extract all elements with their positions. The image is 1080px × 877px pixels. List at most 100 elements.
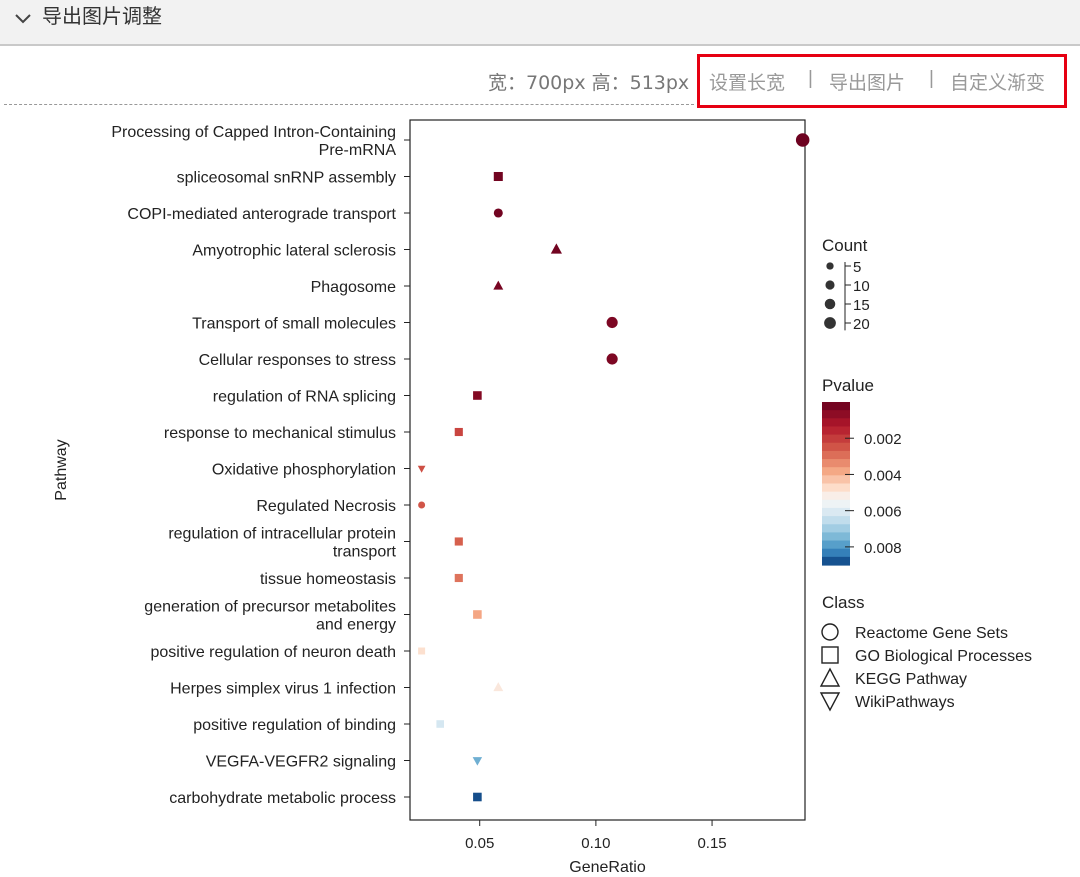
data-point <box>550 243 562 254</box>
count-legend-label: 5 <box>853 259 861 276</box>
count-legend-dot <box>826 262 834 270</box>
panel-header[interactable]: 导出图片调整 <box>0 0 1080 46</box>
y-tick-label: generation of precursor metabolites <box>144 599 396 616</box>
pvalue-legend-step <box>822 459 850 468</box>
data-point <box>493 280 504 290</box>
y-tick-label: response to mechanical stimulus <box>164 425 396 442</box>
dot-plot: Processing of Capped Intron-ContainingPr… <box>53 119 1032 876</box>
pvalue-legend-step <box>822 434 850 444</box>
data-point <box>418 501 426 509</box>
y-tick-label: carbohydrate metabolic process <box>169 790 396 807</box>
data-point <box>418 647 426 655</box>
y-tick-label: and energy <box>316 617 396 634</box>
y-axis-label: Pathway <box>53 439 70 500</box>
pvalue-legend-step <box>822 450 850 460</box>
y-tick-label: Oxidative phosphorylation <box>212 462 396 479</box>
count-legend-label: 10 <box>853 278 870 295</box>
class-legend-square-icon <box>821 646 839 664</box>
size-info: 宽：700px 高：513px <box>488 72 690 94</box>
pvalue-legend-label: 0.008 <box>864 540 902 557</box>
class-legend-title: Class <box>822 593 865 612</box>
data-point <box>473 391 482 400</box>
data-point <box>473 610 482 619</box>
x-tick-label: 0.05 <box>465 835 494 852</box>
y-tick-label: Pre-mRNA <box>319 142 397 159</box>
pvalue-legend-step <box>822 402 850 411</box>
toolbar-separator: | <box>808 68 813 89</box>
y-tick-label: Cellular responses to stress <box>199 352 396 369</box>
x-tick-label: 0.15 <box>697 835 726 852</box>
y-tick-label: VEGFA-VEGFR2 signaling <box>206 754 396 771</box>
data-point <box>454 573 463 583</box>
y-tick-label: Transport of small molecules <box>192 316 396 333</box>
pvalue-legend-label: 0.006 <box>864 504 902 521</box>
pvalue-legend-step <box>822 524 850 533</box>
data-point <box>436 720 445 728</box>
class-legend-triangle-up-icon <box>819 667 841 687</box>
class-legend-circle-icon <box>821 623 839 641</box>
y-tick-label: Amyotrophic lateral sclerosis <box>192 243 396 260</box>
class-legend-triangle-down-icon <box>819 692 841 712</box>
panel-title: 导出图片调整 <box>42 4 162 28</box>
count-legend-dot <box>824 317 836 329</box>
pvalue-legend-label: 0.002 <box>864 431 902 448</box>
count-legend-label: 20 <box>853 316 870 333</box>
set-size-button[interactable]: 设置长宽 <box>709 68 785 95</box>
pvalue-legend-step <box>822 491 850 501</box>
data-point <box>472 757 483 766</box>
pvalue-legend-step <box>822 410 850 419</box>
export-image-button[interactable]: 导出图片 <box>829 68 905 95</box>
pvalue-legend-step <box>822 548 850 558</box>
pvalue-legend-step <box>822 499 850 509</box>
data-point <box>606 353 618 365</box>
plot-frame <box>409 119 806 821</box>
data-point <box>493 682 504 692</box>
y-tick-label: Phagosome <box>311 279 396 296</box>
y-tick-label: positive regulation of neuron death <box>150 644 396 661</box>
y-tick-label: Processing of Capped Intron-Containing <box>111 124 396 141</box>
data-point <box>493 208 503 218</box>
y-tick-label: transport <box>333 544 397 561</box>
data-point <box>493 171 503 182</box>
pvalue-legend-step <box>822 442 850 452</box>
data-point <box>417 465 426 473</box>
pvalue-legend-title: Pvalue <box>822 376 874 395</box>
toolbar-separator: | <box>929 68 934 89</box>
dashed-divider <box>4 104 694 105</box>
pvalue-legend-step <box>822 507 850 517</box>
count-legend-dot <box>825 280 835 290</box>
class-legend-label: KEGG Pathway <box>855 671 967 688</box>
pvalue-legend-step <box>822 483 850 493</box>
data-point <box>795 133 810 147</box>
count-legend-label: 15 <box>853 297 870 314</box>
pvalue-legend-label: 0.004 <box>864 467 902 484</box>
y-tick-label: Herpes simplex virus 1 infection <box>170 681 396 698</box>
pvalue-legend-step <box>822 516 850 525</box>
y-tick-label: regulation of intracellular protein <box>168 526 396 543</box>
pvalue-legend-step <box>822 540 850 550</box>
y-tick-label: regulation of RNA splicing <box>213 389 396 406</box>
pvalue-legend-step <box>822 426 850 436</box>
pvalue-legend-step <box>822 418 850 428</box>
x-tick-label: 0.10 <box>581 835 610 852</box>
count-legend-title: Count <box>822 236 868 255</box>
y-tick-label: Regulated Necrosis <box>256 498 396 515</box>
custom-gradient-button[interactable]: 自定义渐变 <box>950 68 1045 95</box>
y-tick-label: positive regulation of binding <box>193 717 396 734</box>
chevron-down-icon[interactable] <box>12 8 34 30</box>
data-point <box>606 316 618 329</box>
x-axis-label: GeneRatio <box>569 859 646 876</box>
class-legend-label: WikiPathways <box>855 694 955 711</box>
class-legend-label: GO Biological Processes <box>855 648 1032 665</box>
y-tick-label: COPI-mediated anterograde transport <box>127 206 396 223</box>
data-point <box>473 792 482 802</box>
pvalue-legend-step <box>822 556 850 566</box>
y-tick-label: tissue homeostasis <box>260 571 396 588</box>
y-tick-label: spliceosomal snRNP assembly <box>177 170 396 187</box>
data-point <box>454 537 463 546</box>
data-point <box>454 427 463 437</box>
pvalue-legend-step <box>822 532 850 542</box>
count-legend-dot <box>824 298 836 310</box>
class-legend-label: Reactome Gene Sets <box>855 625 1008 642</box>
pvalue-legend-step <box>822 475 850 485</box>
